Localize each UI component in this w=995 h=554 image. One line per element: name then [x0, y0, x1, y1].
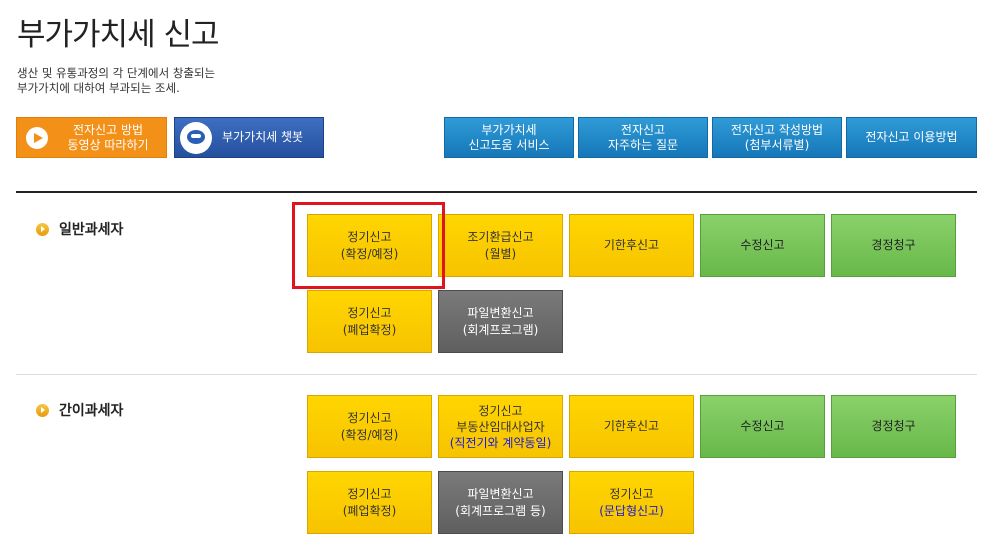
description-line-2: 부가가치에 대하여 부과되는 조세. — [17, 81, 180, 95]
simple-realestate-filing-button[interactable]: 정기신고 부동산임대사업자 (직전기와 계약동일) — [438, 395, 563, 458]
general-late-label: 기한후신고 — [603, 238, 660, 252]
play-icon — [26, 126, 48, 149]
simple-file-label-2: (회계프로그램 등) — [455, 503, 546, 518]
simple-file-label-1: 파일변환신고 — [467, 486, 534, 501]
simple-late-label: 기한후신고 — [603, 419, 660, 433]
general-correction-label: 경정청구 — [871, 238, 916, 252]
general-correction-claim-button[interactable]: 경정청구 — [831, 214, 956, 277]
general-file-label-2: (회계프로그램) — [462, 322, 539, 337]
simple-correction-label: 경정청구 — [871, 419, 916, 433]
general-regular-label-2: (확정/예정) — [340, 246, 399, 261]
general-taxpayer-heading: 일반과세자 — [36, 219, 123, 239]
section-divider-top — [16, 191, 977, 193]
general-taxpayer-label: 일반과세자 — [59, 222, 124, 238]
simple-amend-label: 수정신고 — [740, 419, 785, 433]
simple-realestate-label-1: 정기신고 — [478, 403, 523, 418]
simple-qa-label-2: (문답형신고) — [599, 503, 664, 518]
howto-write-label-1: 전자신고 작성방법 — [730, 122, 824, 137]
simple-qa-label-1: 정기신고 — [609, 486, 654, 501]
general-file-conversion-button[interactable]: 파일변환신고 (회계프로그램) — [438, 290, 563, 353]
bullet-icon — [36, 222, 49, 236]
filing-help-label-1: 부가가치세 — [481, 122, 537, 137]
video-guide-button[interactable]: 전자신고 방법 동영상 따라하기 — [16, 117, 167, 158]
general-early-label-2: (월별) — [484, 246, 517, 261]
simple-closure-filing-button[interactable]: 정기신고 (폐업확정) — [307, 471, 432, 534]
general-early-refund-button[interactable]: 조기환급신고 (월별) — [438, 214, 563, 277]
general-amended-filing-button[interactable]: 수정신고 — [700, 214, 825, 277]
filing-help-service-button[interactable]: 부가가치세 신고도움 서비스 — [444, 117, 574, 158]
simple-file-conversion-button[interactable]: 파일변환신고 (회계프로그램 등) — [438, 471, 563, 534]
simple-amended-filing-button[interactable]: 수정신고 — [700, 395, 825, 458]
simple-taxpayer-label: 간이과세자 — [59, 403, 124, 419]
simple-realestate-label-2: 부동산임대사업자 — [456, 419, 545, 434]
faq-label-1: 전자신고 — [620, 122, 666, 137]
faq-button[interactable]: 전자신고 자주하는 질문 — [578, 117, 708, 158]
general-closure-label-2: (폐업확정) — [342, 322, 397, 337]
vat-chatbot-button[interactable]: 부가가치세 챗봇 — [174, 117, 324, 158]
page-description: 생산 및 유통과정의 각 단계에서 창출되는 부가가치에 대하여 부과되는 조세… — [17, 66, 215, 96]
faq-label-2: 자주하는 질문 — [607, 137, 679, 152]
usage-guide-label: 전자신고 이용방법 — [865, 130, 958, 144]
general-amend-label: 수정신고 — [740, 238, 785, 252]
general-regular-filing-button[interactable]: 정기신고 (확정/예정) — [307, 214, 432, 277]
description-line-1: 생산 및 유통과정의 각 단계에서 창출되는 — [17, 66, 216, 80]
simple-closure-label-1: 정기신고 — [347, 486, 392, 501]
simple-late-filing-button[interactable]: 기한후신고 — [569, 395, 694, 458]
simple-correction-claim-button[interactable]: 경정청구 — [831, 395, 956, 458]
simple-regular-filing-button[interactable]: 정기신고 (확정/예정) — [307, 395, 432, 458]
howto-write-button[interactable]: 전자신고 작성방법 (첨부서류별) — [712, 117, 842, 158]
general-regular-label-1: 정기신고 — [347, 229, 392, 244]
general-early-label-1: 조기환급신고 — [467, 229, 534, 244]
simple-regular-label-2: (확정/예정) — [340, 427, 399, 442]
simple-realestate-label-3: (직전기와 계약동일) — [449, 435, 552, 450]
usage-guide-button[interactable]: 전자신고 이용방법 — [846, 117, 977, 158]
video-guide-label-1: 전자신고 방법 — [72, 122, 144, 137]
bullet-icon — [36, 403, 49, 417]
general-late-filing-button[interactable]: 기한후신고 — [569, 214, 694, 277]
general-closure-label-1: 정기신고 — [347, 305, 392, 320]
simple-regular-label-1: 정기신고 — [347, 410, 392, 425]
video-guide-label-2: 동영상 따라하기 — [67, 137, 149, 152]
page-title: 부가가치세 신고 — [17, 17, 219, 53]
general-closure-filing-button[interactable]: 정기신고 (폐업확정) — [307, 290, 432, 353]
chatbot-icon — [180, 121, 212, 154]
section-divider — [16, 374, 977, 375]
filing-help-label-2: 신고도움 서비스 — [468, 137, 550, 152]
howto-write-label-2: (첨부서류별) — [744, 137, 810, 152]
simple-taxpayer-heading: 간이과세자 — [36, 400, 123, 420]
vat-chatbot-label: 부가가치세 챗봇 — [222, 130, 304, 144]
simple-closure-label-2: (폐업확정) — [342, 503, 397, 518]
simple-qa-filing-button[interactable]: 정기신고 (문답형신고) — [569, 471, 694, 534]
general-file-label-1: 파일변환신고 — [467, 305, 534, 320]
